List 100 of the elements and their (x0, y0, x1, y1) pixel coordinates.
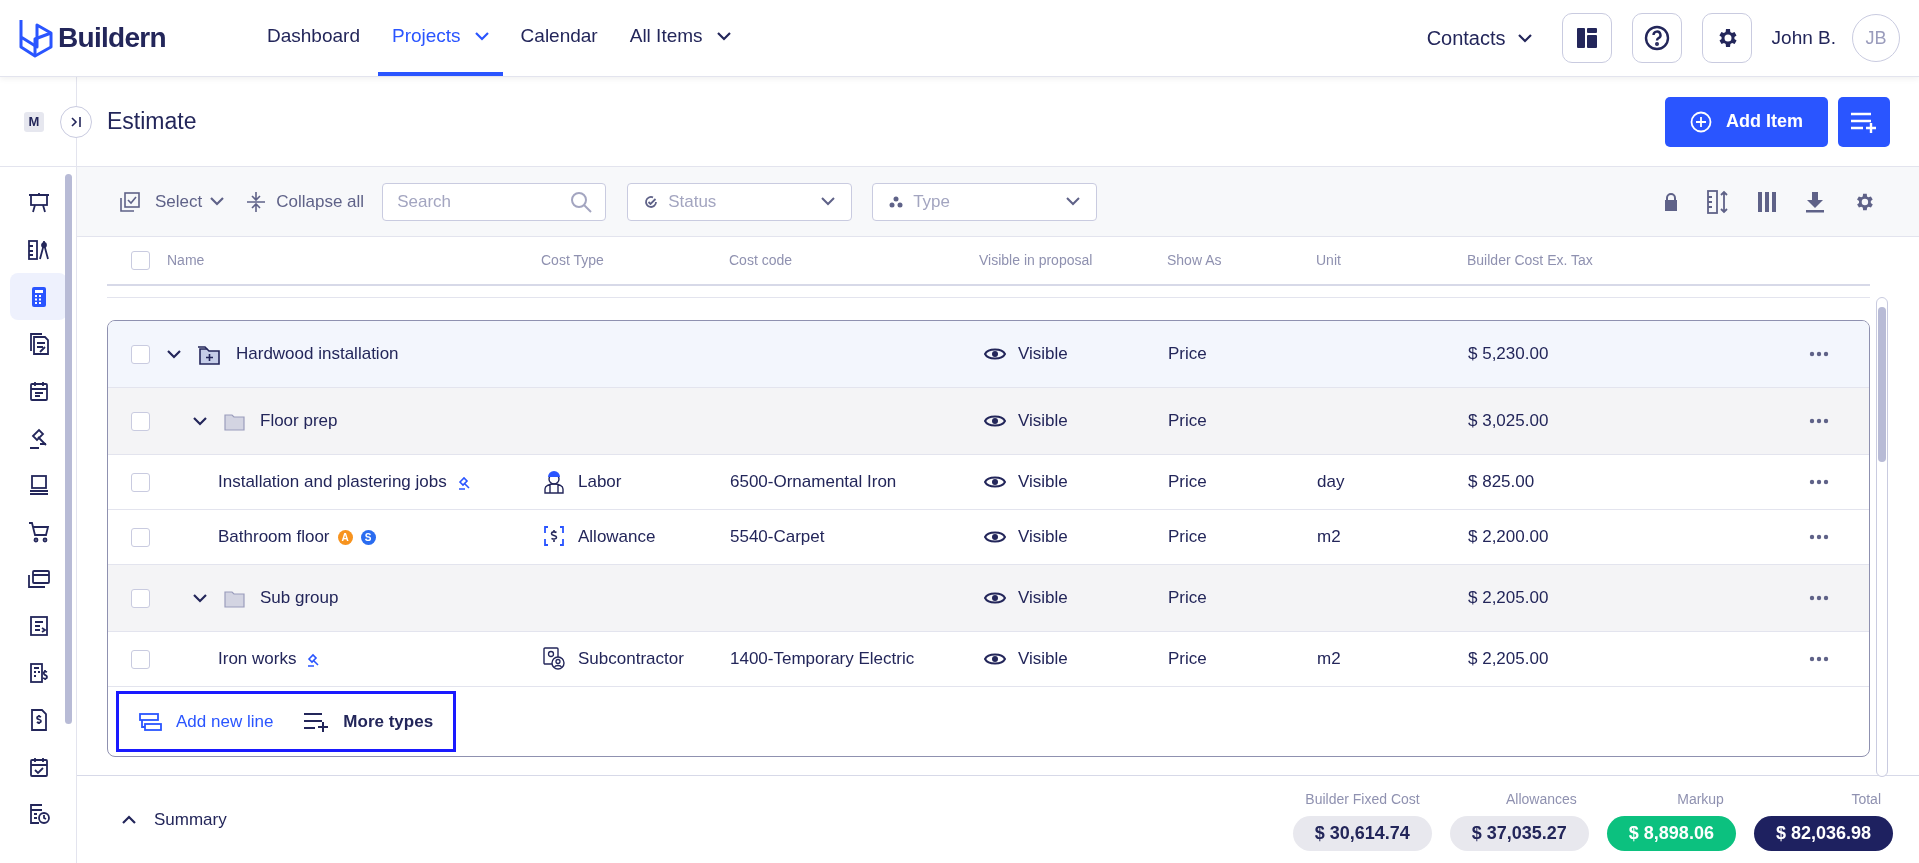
show-as: Price (1168, 648, 1207, 671)
row-checkbox[interactable] (131, 411, 150, 431)
more-icon (1809, 351, 1829, 357)
columns-icon[interactable] (1757, 190, 1777, 213)
lock-icon[interactable] (1663, 191, 1679, 212)
show-as: Price (1168, 471, 1207, 494)
column-header[interactable]: Name (167, 250, 205, 271)
layout-button[interactable] (1561, 13, 1612, 63)
unit: m2 (1317, 648, 1341, 671)
nav-tab[interactable]: Dashboard (253, 0, 374, 76)
column-header[interactable]: Cost code (729, 250, 793, 271)
documents-icon (27, 332, 50, 355)
unit: day (1317, 471, 1345, 494)
folder-icon (224, 411, 245, 431)
presentation-icon (27, 191, 50, 214)
unit: m2 (1317, 526, 1341, 549)
chevron-down-icon[interactable] (193, 593, 207, 603)
cost-amount: $ 2,200.00 (1468, 526, 1549, 549)
more-button[interactable] (1809, 595, 1829, 601)
add-item-button[interactable]: Add Item (1665, 96, 1828, 147)
calendar-check-icon (27, 755, 50, 778)
total-amount: $ 82,036.98 (1753, 815, 1893, 851)
more-icon (1809, 418, 1829, 424)
contacts-menu[interactable]: Contacts (1426, 23, 1532, 53)
column-header[interactable]: Show As (1167, 250, 1222, 271)
cost-type: Labor (578, 471, 622, 494)
calendar-icon (27, 379, 50, 402)
total-amount: $ 30,614.74 (1292, 815, 1432, 851)
table-scrollbar[interactable] (1876, 297, 1888, 777)
folder-plus-icon (197, 343, 221, 365)
summary-toggle[interactable]: Summary (122, 806, 227, 833)
visibility-label: Visible (1018, 343, 1068, 366)
more-types-button[interactable]: More types (303, 708, 434, 735)
schedule-icon (27, 802, 50, 825)
cost-code: 5540-Carpet (730, 526, 825, 549)
letter-badge: S (360, 529, 376, 545)
more-icon (1809, 479, 1829, 485)
shapes-icon (889, 195, 904, 208)
eye-icon (984, 346, 1006, 362)
help-icon (1643, 25, 1670, 51)
sidebar-scrollbar[interactable] (65, 174, 72, 724)
group-row[interactable]: Floor prep Visible Price $ 3,025.00 (108, 388, 1869, 455)
column-header[interactable]: Cost Type (541, 250, 604, 271)
search-field[interactable]: Search (382, 182, 607, 221)
settings-button[interactable] (1701, 13, 1752, 63)
collapse-icon (246, 190, 267, 213)
show-as: Price (1168, 587, 1207, 610)
row-checkbox[interactable] (131, 588, 150, 608)
add-line-button[interactable]: Add new line (139, 708, 274, 735)
select-menu[interactable]: Select (155, 188, 225, 215)
column-header[interactable]: Unit (1316, 250, 1341, 271)
more-icon (1809, 656, 1829, 662)
cost-amount: $ 5,230.00 (1468, 343, 1549, 366)
item-name: Bathroom floor (218, 526, 330, 549)
select-icon (119, 190, 141, 213)
visibility-label: Visible (1018, 648, 1068, 671)
expand-icon (70, 116, 82, 128)
row-checkbox[interactable] (131, 344, 150, 364)
more-button[interactable] (1809, 534, 1829, 540)
eye-icon (984, 590, 1006, 606)
collapse-all-button[interactable]: Collapse all (276, 188, 365, 215)
group-row[interactable]: Sub group Visible Price $ 2,205.00 (108, 565, 1869, 632)
labor-icon (542, 469, 566, 495)
row-checkbox[interactable] (131, 251, 150, 270)
download-icon[interactable] (1805, 190, 1825, 213)
total-amount: $ 8,898.06 (1606, 815, 1736, 851)
row-checkbox[interactable] (131, 527, 150, 547)
more-button[interactable] (1809, 351, 1829, 357)
visibility-label: Visible (1018, 587, 1068, 610)
chevron-down-icon[interactable] (167, 349, 181, 359)
chevron-down-icon (1066, 197, 1081, 206)
cost-type: Subcontractor (578, 648, 684, 671)
row-checkbox[interactable] (131, 649, 150, 669)
help-button[interactable] (1631, 13, 1682, 63)
cost-code: 6500-Ornamental Iron (730, 471, 897, 494)
add-list-button[interactable] (1838, 96, 1890, 147)
cost-code: 1400-Temporary Electric (730, 648, 915, 671)
more-button[interactable] (1809, 418, 1829, 424)
nav-tab[interactable]: Projects (377, 0, 503, 76)
nav-tab[interactable]: All Items (615, 0, 745, 76)
eye-icon (984, 413, 1006, 429)
user-name: John B. (1771, 25, 1836, 50)
more-button[interactable] (1809, 479, 1829, 485)
logo-icon (18, 17, 54, 59)
row-checkbox[interactable] (131, 472, 150, 492)
expand-sidebar-button[interactable] (60, 106, 92, 138)
cost-amount: $ 3,025.00 (1468, 410, 1549, 433)
column-header[interactable]: Visible in proposal (979, 250, 1093, 271)
column-height-icon[interactable] (1707, 189, 1729, 214)
more-button[interactable] (1809, 656, 1829, 662)
more-icon (1809, 534, 1829, 540)
cost-amount: $ 2,205.00 (1468, 587, 1549, 610)
total-label: Markup (1677, 789, 1725, 809)
show-as: Price (1168, 343, 1207, 366)
layout-icon (1575, 27, 1598, 49)
nav-tab[interactable]: Calendar (506, 0, 612, 76)
blueprint-icon (27, 238, 50, 261)
column-header[interactable]: Builder Cost Ex. Tax (1467, 250, 1593, 271)
logo-text: Buildern (58, 21, 166, 55)
chevron-down-icon[interactable] (193, 416, 207, 426)
